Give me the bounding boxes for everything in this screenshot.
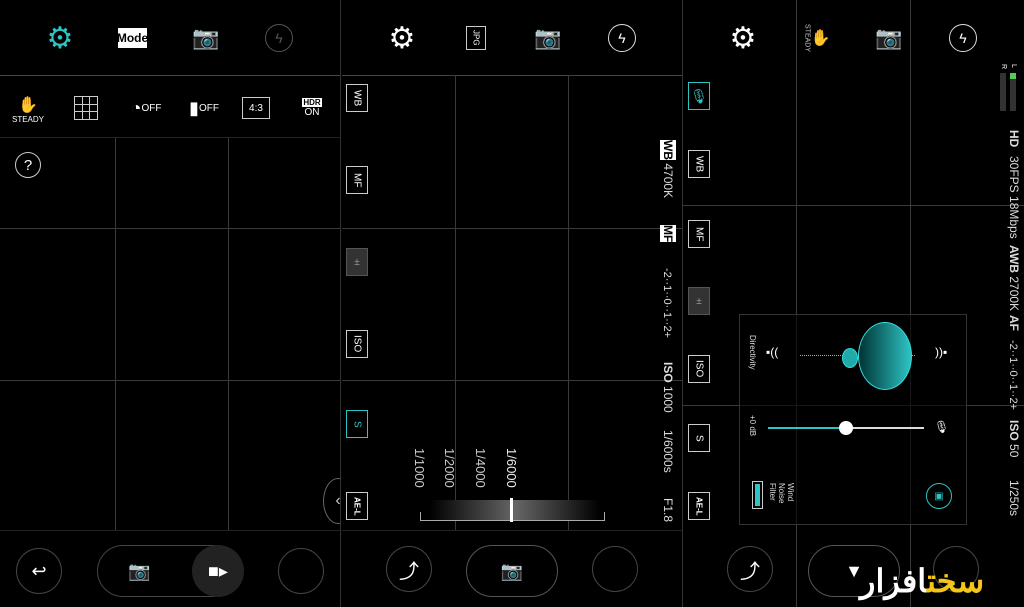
iso-button[interactable]: ISO [346, 330, 368, 358]
tick-label: 1/2000 [442, 448, 457, 488]
camera-icon: 📷 [128, 560, 151, 581]
shutter-status: 1/6000s [661, 430, 675, 473]
gear-icon[interactable]: ⚙ [382, 20, 422, 56]
ev-button[interactable]: ± [346, 248, 368, 276]
panel-auto-mode: ⚙ Mode 📷 ϟ ✋ STEADY ◔ OFF ▮ OFF 4:3 HDR ON ?… [0, 0, 341, 607]
panel-manual-photo: ⚙ JPG 📷 ϟ WB MF ± ISO S AE-L WB 4700K MF… [342, 0, 683, 607]
ev-button[interactable]: ± [688, 287, 710, 315]
switch-camera-icon[interactable]: 📷 [190, 24, 222, 52]
watermark-logo: سختافزار [860, 563, 985, 599]
gallery-button[interactable] [278, 548, 324, 594]
wb-status: WB 4700K [660, 140, 676, 199]
fps-bitrate-status: 30FPS 18Mbps [1007, 156, 1021, 239]
directivity-lobe-large[interactable] [858, 322, 912, 390]
shutter-status: 1/250s [1007, 480, 1021, 517]
wind-filter-label: Wind Noise Filter [768, 483, 795, 504]
rotate-button[interactable]: ⤴ [727, 546, 773, 592]
iso-button[interactable]: ISO [688, 355, 710, 383]
voice-shutter-button[interactable]: ▮ OFF [186, 95, 222, 121]
shutter-speed-button[interactable]: S [346, 410, 368, 438]
shutter-speed-slider[interactable]: 1/1000 1/2000 1/4000 1/6000 [412, 448, 610, 523]
steady-button[interactable]: STEADY ✋ [799, 22, 835, 54]
iso-status: ISO 50 [1007, 420, 1021, 458]
audio-settings-panel: Directivity ▪(( ))▪ +0 dB 🎙 Wind Noise F… [739, 314, 967, 525]
back-button[interactable]: ↩ [16, 548, 62, 594]
flash-off-icon[interactable]: ϟ [949, 24, 977, 52]
flash-off-icon[interactable]: ϟ [265, 24, 293, 52]
timer-button[interactable]: ◔ OFF [128, 95, 164, 121]
switch-camera-icon[interactable]: 📷 [873, 24, 905, 52]
gallery-button[interactable] [592, 546, 638, 592]
mic-button[interactable]: 🎙 [688, 82, 710, 110]
mf-button[interactable]: MF [688, 220, 710, 248]
resolution-status: HD [1007, 130, 1021, 148]
ev-status: -2··1··0··1··2+ [1007, 340, 1019, 410]
directivity-lobe-small [842, 348, 858, 368]
video-record-button[interactable]: ■▸ [192, 545, 244, 597]
tick-label: 1/1000 [412, 448, 427, 488]
mode-button[interactable]: Mode [117, 28, 148, 48]
audio-monitor-icon[interactable]: ▣ [926, 483, 952, 509]
iso-status: ISO 1000 [661, 362, 675, 413]
ev-status: -2··1··0··1··2+ [661, 268, 673, 338]
microphone-icon: 🎙 [934, 420, 950, 434]
awb-status: AWB 2700K [1007, 245, 1021, 312]
gear-icon[interactable]: ⚙ [723, 20, 763, 56]
shutter-speed-button[interactable]: S [688, 424, 710, 452]
camera-icon: 📷 [500, 560, 524, 581]
mf-button[interactable]: MF [346, 166, 368, 194]
wind-filter-toggle[interactable] [752, 481, 763, 509]
ae-lock-button[interactable]: AE-L [346, 492, 368, 520]
panel-manual-video: ⚙ STEADY ✋ 📷 ϟ 🎙 WB MF ± ISO S AE-L L R H… [683, 0, 1024, 607]
mf-status: MF [660, 225, 676, 243]
slider-thumb[interactable] [510, 498, 513, 522]
steady-icon: ✋ [810, 30, 831, 47]
wb-button[interactable]: WB [346, 84, 368, 112]
ae-lock-button[interactable]: AE-L [688, 492, 710, 520]
audio-level-meter: L R [998, 64, 1020, 114]
gear-icon[interactable]: ⚙ [40, 20, 80, 56]
timer-icon: ◔ [130, 97, 142, 118]
tick-label: 1/6000 [504, 448, 519, 488]
flash-off-icon[interactable]: ϟ [608, 24, 636, 52]
aspect-ratio-button[interactable]: 4:3 [242, 97, 270, 119]
file-format-button[interactable]: JPG [466, 26, 486, 50]
mic-omni-icon: ))▪ [935, 345, 948, 359]
collapse-arrow-icon[interactable]: ‹ [323, 478, 340, 524]
gain-slider-thumb[interactable] [839, 421, 853, 435]
aperture-status: F1.8 [661, 498, 675, 523]
rotate-button[interactable]: ⤴ [386, 546, 432, 592]
steady-icon: ✋ [18, 96, 38, 114]
wb-button[interactable]: WB [688, 150, 710, 178]
shutter-button[interactable]: 📷 [466, 545, 558, 597]
grid-icon[interactable] [74, 96, 98, 120]
tick-label: 1/4000 [473, 448, 488, 488]
face-icon: ▮ [189, 97, 199, 118]
switch-camera-icon[interactable]: 📷 [532, 24, 564, 52]
gain-slider[interactable] [768, 421, 924, 435]
mic-directional-icon: ▪(( [766, 345, 779, 359]
directivity-label: Directivity [748, 335, 757, 370]
gain-label: +0 dB [748, 415, 757, 437]
af-status: AF [1007, 315, 1021, 331]
help-button[interactable]: ? [15, 152, 41, 178]
steady-button[interactable]: ✋ STEADY [10, 93, 46, 125]
hdr-button[interactable]: HDR ON [298, 95, 326, 121]
